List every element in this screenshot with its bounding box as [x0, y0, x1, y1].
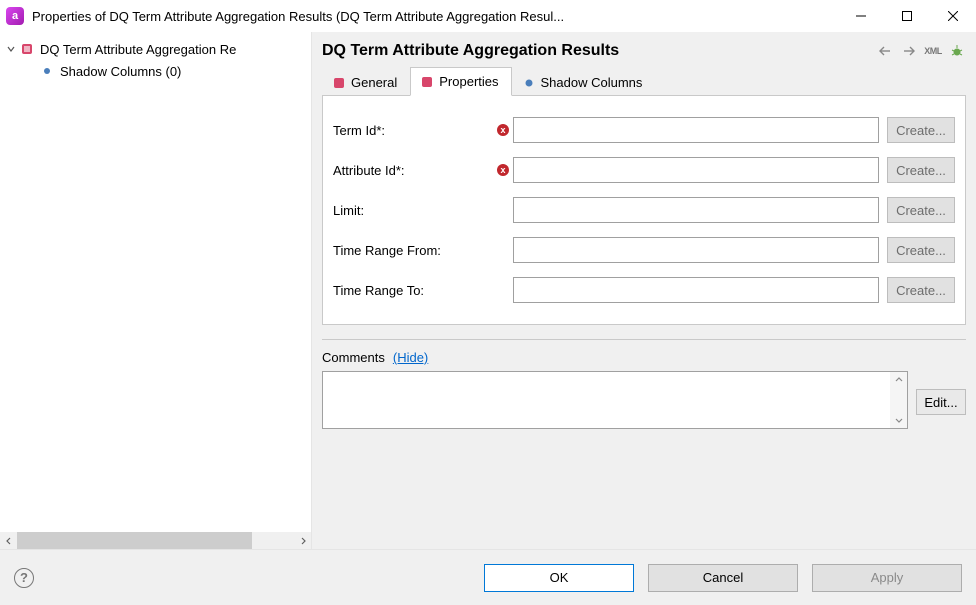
form-row: Time Range From: Create...: [333, 230, 955, 270]
tab-general[interactable]: General: [322, 68, 410, 96]
node-icon: [20, 42, 34, 56]
tree-root-label: DQ Term Attribute Aggregation Re: [40, 42, 236, 57]
comments-hide-link[interactable]: (Hide): [393, 350, 428, 365]
help-icon[interactable]: ?: [14, 568, 34, 588]
tab-shadow-columns[interactable]: Shadow Columns: [512, 68, 656, 96]
scroll-left-icon[interactable]: [0, 532, 17, 549]
main-area: DQ Term Attribute Aggregation Re Shadow …: [0, 32, 976, 549]
page-title: DQ Term Attribute Aggregation Results: [322, 42, 876, 60]
content-pane: DQ Term Attribute Aggregation Results XM…: [312, 32, 976, 549]
tab-general-icon: [333, 77, 345, 89]
tree-child[interactable]: Shadow Columns (0): [0, 60, 311, 82]
create-button[interactable]: Create...: [887, 117, 955, 143]
comments-textarea[interactable]: [323, 372, 890, 428]
comments-textarea-wrap: [322, 371, 908, 429]
error-icon: x: [497, 124, 509, 136]
field-label: Time Range From:: [333, 243, 493, 258]
comments-header: Comments (Hide): [322, 350, 966, 365]
cancel-button[interactable]: Cancel: [648, 564, 798, 592]
create-button[interactable]: Create...: [887, 277, 955, 303]
scroll-down-icon[interactable]: [895, 412, 903, 428]
field-error-slot: x: [493, 124, 513, 136]
ok-button[interactable]: OK: [484, 564, 634, 592]
bullet-icon: [40, 64, 54, 78]
field-input[interactable]: [513, 117, 879, 143]
tab-properties-label: Properties: [439, 74, 498, 89]
tab-properties-icon: [421, 76, 433, 88]
window-title: Properties of DQ Term Attribute Aggregat…: [32, 9, 838, 24]
maximize-button[interactable]: [884, 0, 930, 32]
form-row: Attribute Id*: x Create...: [333, 150, 955, 190]
form-row: Time Range To: Create...: [333, 270, 955, 310]
field-input[interactable]: [513, 197, 879, 223]
form-row: Term Id*: x Create...: [333, 110, 955, 150]
xml-button[interactable]: XML: [924, 42, 942, 60]
tabs-container: General Properties Shadow Columns: [312, 66, 976, 96]
tab-shadow-icon: [523, 77, 535, 89]
window-controls: [838, 0, 976, 32]
error-icon: x: [497, 164, 509, 176]
create-button[interactable]: Create...: [887, 197, 955, 223]
chevron-down-icon[interactable]: [4, 42, 18, 56]
tab-properties[interactable]: Properties: [410, 67, 511, 96]
field-label: Limit:: [333, 203, 493, 218]
field-input[interactable]: [513, 237, 879, 263]
field-input[interactable]: [513, 157, 879, 183]
field-input[interactable]: [513, 277, 879, 303]
tree-pane: DQ Term Attribute Aggregation Re Shadow …: [0, 32, 312, 549]
tab-shadow-label: Shadow Columns: [541, 75, 643, 90]
field-error-slot: x: [493, 164, 513, 176]
bug-icon[interactable]: [948, 42, 966, 60]
tabs: General Properties Shadow Columns: [322, 66, 966, 96]
tab-general-label: General: [351, 75, 397, 90]
form-row: Limit: Create...: [333, 190, 955, 230]
app-icon: a: [6, 7, 24, 25]
scroll-up-icon[interactable]: [895, 372, 903, 388]
tree-body: DQ Term Attribute Aggregation Re Shadow …: [0, 32, 311, 532]
comments-label: Comments: [322, 350, 385, 365]
nav-forward-icon[interactable]: [900, 42, 918, 60]
tree-child-label: Shadow Columns (0): [60, 64, 181, 79]
scrollbar-thumb[interactable]: [17, 532, 252, 549]
nav-back-icon[interactable]: [876, 42, 894, 60]
create-button[interactable]: Create...: [887, 237, 955, 263]
comments-edit-button[interactable]: Edit...: [916, 389, 966, 415]
dialog-footer: ? OK Cancel Apply: [0, 549, 976, 605]
scroll-right-icon[interactable]: [294, 532, 311, 549]
field-label: Time Range To:: [333, 283, 493, 298]
horizontal-scrollbar[interactable]: [0, 532, 311, 549]
content-header: DQ Term Attribute Aggregation Results XM…: [312, 32, 976, 66]
form-panel: Term Id*: x Create... Attribute Id*: x Create…: [322, 96, 966, 325]
comments-scrollbar[interactable]: [890, 372, 907, 428]
titlebar: a Properties of DQ Term Attribute Aggreg…: [0, 0, 976, 32]
minimize-button[interactable]: [838, 0, 884, 32]
field-label: Term Id*:: [333, 123, 493, 138]
comments-section: Comments (Hide) Edit...: [312, 340, 976, 429]
header-toolbar: XML: [876, 42, 966, 60]
scrollbar-track[interactable]: [17, 532, 294, 549]
apply-button[interactable]: Apply: [812, 564, 962, 592]
close-button[interactable]: [930, 0, 976, 32]
field-label: Attribute Id*:: [333, 163, 493, 178]
tree-root[interactable]: DQ Term Attribute Aggregation Re: [0, 38, 311, 60]
create-button[interactable]: Create...: [887, 157, 955, 183]
